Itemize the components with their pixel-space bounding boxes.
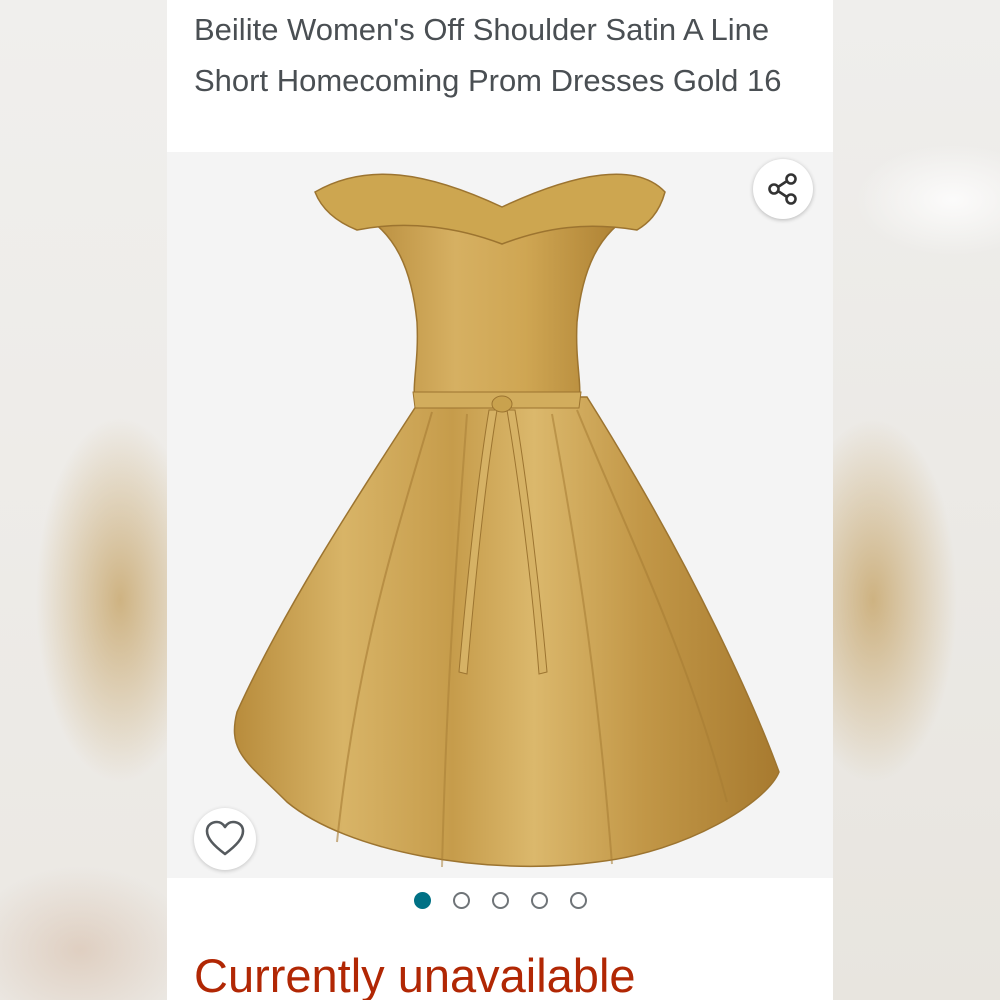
pagination-dot[interactable] — [530, 891, 548, 909]
product-image — [233, 173, 780, 868]
product-title: Beilite Women's Off Shoulder Satin A Lin… — [194, 12, 782, 98]
product-image-carousel[interactable] — [167, 152, 833, 878]
availability-status: Currently unavailable — [194, 949, 636, 1000]
product-card: Beilite Women's Off Shoulder Satin A Lin… — [167, 0, 833, 1000]
pagination-dot[interactable] — [413, 891, 431, 909]
share-button[interactable] — [753, 159, 813, 219]
pagination-dot[interactable] — [491, 891, 509, 909]
blurred-background-left — [0, 0, 167, 1000]
pagination-dot[interactable] — [569, 891, 587, 909]
share-icon — [768, 173, 797, 205]
add-to-wishlist-button[interactable] — [194, 808, 256, 870]
image-pagination — [167, 890, 833, 910]
pagination-dot[interactable] — [452, 891, 470, 909]
blurred-background-right — [833, 0, 1000, 1000]
heart-outline-icon — [205, 820, 245, 856]
